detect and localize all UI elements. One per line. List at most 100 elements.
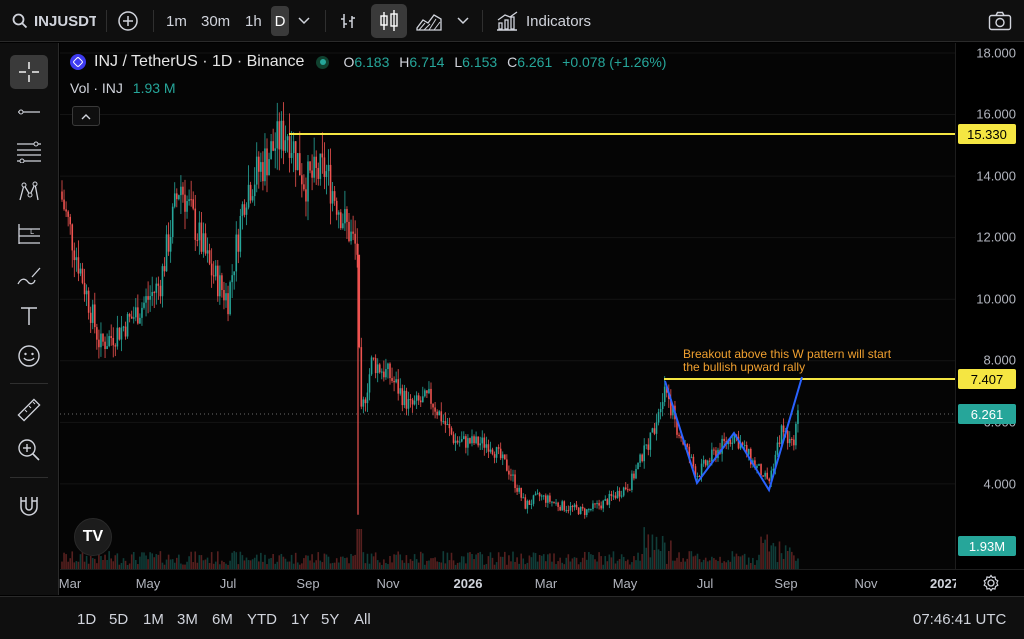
price-axis[interactable]: 18.000 16.000 14.000 12.000 10.000 8.000… [955,43,1024,569]
symbol-search[interactable]: INJUSDT [12,0,96,42]
volume-bar [641,553,643,569]
volume-bar [649,557,652,569]
magnet-tool[interactable] [10,489,48,523]
volume-bar [631,562,633,569]
trend-line-tool[interactable] [10,95,48,129]
volume-bar [360,529,363,569]
indicators-button[interactable]: Indicators [496,0,591,42]
pair-title[interactable]: INJ / TetherUS · 1D · Binance [94,53,304,71]
volume-bar [690,551,693,569]
tradingview-logo[interactable]: TV [74,518,112,556]
volume-bar [135,559,137,569]
range-ytd[interactable]: YTD [247,611,277,628]
candle-body [452,434,455,443]
chart-pane[interactable] [60,43,955,569]
bars-style-button[interactable] [338,0,358,42]
candle-body [153,292,156,294]
candle-body [629,489,631,491]
range-1d[interactable]: 1D [77,611,96,628]
breakout-price-tag[interactable]: 7.407 [958,369,1016,389]
collapse-legend-button[interactable] [72,106,100,126]
volume-tag[interactable]: 1.93M [958,536,1016,556]
volume-bar [501,556,504,569]
volume-bar [782,558,785,569]
compare-button[interactable] [117,0,139,42]
candle-body [653,428,656,434]
open-label: O [343,54,355,70]
candle-body [190,199,192,201]
candle-body [471,436,473,444]
zoom-tool[interactable] [10,433,48,467]
range-1y[interactable]: 1Y [291,611,309,628]
forecasting-tool[interactable]: L [10,217,48,251]
candle-body [731,442,734,444]
candle-body [583,508,586,516]
utc-clock[interactable]: 07:46:41 UTC [913,611,1006,628]
candle-body [217,265,219,297]
range-1m[interactable]: 1M [143,611,164,628]
market-status-icon[interactable] [316,55,330,69]
chart-type-dropdown[interactable] [457,0,469,42]
volume-bar [434,557,436,569]
candle-body [151,292,153,297]
candle-body [788,439,791,444]
volume-bar [194,551,197,569]
volume-bar [73,562,76,569]
volume-bar [549,553,551,569]
candle-body [61,191,63,200]
measure-tool[interactable] [10,393,48,427]
volume-bar [253,557,256,569]
volume-bar [366,553,369,569]
candle-body [606,499,609,505]
range-all[interactable]: All [354,611,371,628]
candle-body [198,222,201,241]
volume-bar [747,557,750,569]
candles-style-button[interactable] [371,4,407,38]
resistance-price-tag[interactable]: 15.330 [958,124,1016,144]
emoji-tool[interactable] [10,339,48,373]
interval-1m[interactable]: 1m [166,0,187,42]
screenshot-button[interactable] [988,0,1012,42]
candle-body [147,296,149,300]
range-5d[interactable]: 5D [109,611,128,628]
candle-body [633,473,635,479]
volume-bar [401,560,404,569]
volume-bar [397,551,399,569]
patterns-tool[interactable] [10,175,48,209]
price-chart[interactable] [60,43,955,569]
volume-bar [709,560,711,569]
candle-body [641,454,643,462]
text-tool[interactable] [10,299,48,333]
interval-1h[interactable]: 1h [245,0,262,42]
volume-bar [110,558,112,569]
range-6m[interactable]: 6M [212,611,233,628]
candle-body [448,423,451,429]
candle-body [282,120,285,151]
candle-body [208,250,211,264]
crosshair-tool[interactable] [10,55,48,89]
range-5y[interactable]: 5Y [321,611,339,628]
range-3m[interactable]: 3M [177,611,198,628]
interval-d[interactable]: D [271,6,289,36]
candle-body [639,454,641,463]
volume-bar [684,561,686,569]
volume-bar [327,556,330,569]
candle-body [83,282,86,295]
candle-body [678,434,680,437]
interval-30m[interactable]: 30m [201,0,230,42]
candle-body [286,136,289,141]
last-price-tag[interactable]: 6.261 [958,404,1016,424]
candle-body [473,436,475,444]
time-axis[interactable]: Mar May Jul Sep Nov 2026 Mar May Jul Sep… [59,569,1024,597]
area-style-button[interactable] [416,0,442,42]
volume-bar [659,551,662,569]
text-icon [21,307,37,325]
candle-body [538,493,541,497]
axis-settings-button[interactable] [982,574,1000,597]
volume-bar [251,559,254,569]
fib-tool[interactable] [10,135,48,169]
volume-bar [91,558,94,569]
brush-tool[interactable] [10,259,48,293]
pattern-annotation[interactable]: Breakout above this W pattern will start… [683,348,891,374]
interval-dropdown[interactable] [298,0,310,42]
